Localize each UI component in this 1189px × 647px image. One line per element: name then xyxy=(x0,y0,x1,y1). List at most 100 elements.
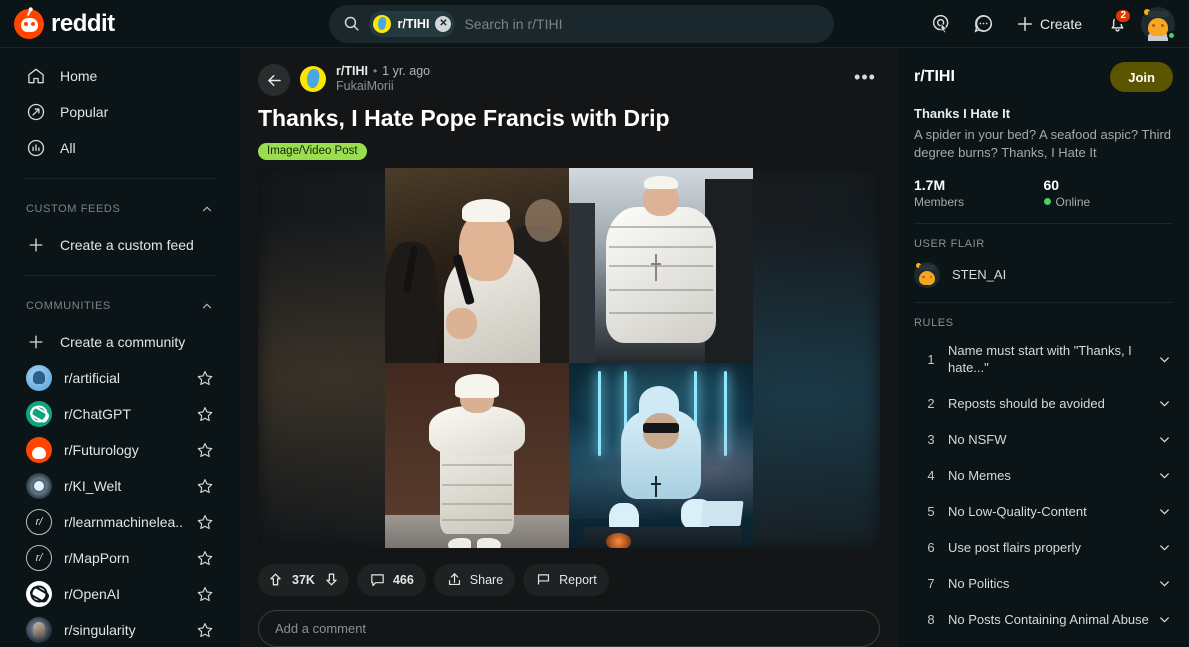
post-subreddit-link[interactable]: r/TIHI xyxy=(336,64,368,78)
chevron-down-icon[interactable] xyxy=(1155,352,1173,367)
rule-number: 2 xyxy=(927,395,935,411)
rule-number: 6 xyxy=(927,539,935,555)
post-more-options-button[interactable]: ••• xyxy=(850,62,880,92)
sidebar-item-home[interactable]: Home xyxy=(12,58,228,94)
chevron-down-icon[interactable] xyxy=(1155,576,1173,591)
app-body: Home Popular All CUSTOM FEEDS Create a c… xyxy=(0,48,1189,647)
comments-button[interactable]: 466 xyxy=(356,563,426,596)
chevron-up-icon[interactable] xyxy=(200,202,214,216)
post-media[interactable] xyxy=(258,167,880,548)
list-item[interactable]: r/ r/learnmachinelea... xyxy=(12,504,228,540)
list-item[interactable]: r/Futurology xyxy=(12,432,228,468)
share-button[interactable]: Share xyxy=(433,563,516,596)
rule-text: No Politics xyxy=(948,575,1010,591)
chat-icon[interactable] xyxy=(966,6,1002,42)
sidebar-item-home-label: Home xyxy=(60,68,98,84)
community-sidebar: r/TIHI Join Thanks I Hate It A spider in… xyxy=(898,48,1189,647)
favorite-star-icon[interactable] xyxy=(196,549,214,567)
notifications-button[interactable]: 2 xyxy=(1099,6,1135,42)
community-name: r/OpenAI xyxy=(64,586,121,602)
chevron-down-icon[interactable] xyxy=(1155,468,1173,483)
rule-item[interactable]: 1 Name must start with "Thanks, I hate..… xyxy=(914,333,1173,385)
community-avatar: r/ xyxy=(26,545,52,571)
post-flair-badge[interactable]: Image/Video Post xyxy=(258,142,367,160)
reddit-logo[interactable]: reddit xyxy=(14,8,240,39)
create-label: Create xyxy=(1039,15,1082,32)
plus-icon xyxy=(26,235,46,255)
list-item[interactable]: r/artificial xyxy=(12,360,228,396)
rule-item[interactable]: 8 No Posts Containing Animal Abuse xyxy=(914,601,1173,637)
rules-list: 1 Name must start with "Thanks, I hate..… xyxy=(914,333,1173,637)
sidebar-item-popular[interactable]: Popular xyxy=(12,94,228,130)
join-button[interactable]: Join xyxy=(1110,62,1173,92)
list-item[interactable]: r/ChatGPT xyxy=(12,396,228,432)
back-button[interactable] xyxy=(258,64,290,96)
favorite-star-icon[interactable] xyxy=(196,513,214,531)
downvote-icon[interactable] xyxy=(323,571,340,588)
list-item[interactable]: r/KI_Welt xyxy=(12,468,228,504)
chip-subreddit-avatar xyxy=(373,14,392,33)
sidebar-item-all[interactable]: All xyxy=(12,130,228,166)
chevron-down-icon[interactable] xyxy=(1155,540,1173,555)
chevron-down-icon[interactable] xyxy=(1155,504,1173,519)
online-dot-icon xyxy=(1043,198,1051,206)
custom-feeds-header[interactable]: CUSTOM FEEDS xyxy=(12,191,228,227)
collage-panel-pope-with-microphone xyxy=(385,167,569,363)
add-comment-input[interactable]: Add a comment xyxy=(258,609,880,647)
favorite-star-icon[interactable] xyxy=(196,477,214,495)
list-item[interactable]: r/ r/MapPorn xyxy=(12,540,228,576)
rule-item[interactable]: 6 Use post flairs properly xyxy=(914,529,1173,565)
rule-item[interactable]: 2 Reposts should be avoided xyxy=(914,385,1173,421)
search-input[interactable]: Search in r/TIHI xyxy=(464,16,562,32)
create-custom-feed-button[interactable]: Create a custom feed xyxy=(12,227,228,263)
collage-panel-pope-walking-in-coat xyxy=(385,362,569,548)
add-comment-placeholder: Add a comment xyxy=(275,620,367,636)
post-author[interactable]: FukaiMorii xyxy=(336,79,840,93)
upvote-icon[interactable] xyxy=(267,571,284,588)
search-bar[interactable]: r/TIHI ✕ Search in r/TIHI xyxy=(329,4,835,43)
rule-item[interactable]: 3 No NSFW xyxy=(914,421,1173,457)
favorite-star-icon[interactable] xyxy=(196,369,214,387)
list-item[interactable]: r/singularity xyxy=(12,612,228,647)
online-indicator xyxy=(1167,30,1176,40)
collage-panel-pope-as-dj xyxy=(569,362,753,548)
favorite-star-icon[interactable] xyxy=(196,621,214,639)
chevron-down-icon[interactable] xyxy=(1155,396,1173,411)
user-flair-name: STEN_AI xyxy=(952,267,1007,283)
chip-remove-icon[interactable]: ✕ xyxy=(435,15,452,32)
favorite-star-icon[interactable] xyxy=(196,441,214,459)
report-label: Report xyxy=(559,572,597,587)
create-button[interactable]: Create xyxy=(1008,6,1093,42)
create-community-button[interactable]: Create a community xyxy=(12,324,228,360)
user-flair-row[interactable]: STEN_AI xyxy=(914,261,1173,288)
community-avatar xyxy=(26,365,52,391)
chevron-up-icon[interactable] xyxy=(200,299,214,313)
report-button[interactable]: Report xyxy=(523,563,609,596)
community-description: A spider in your bed? A seafood aspic? T… xyxy=(914,127,1172,161)
user-flair-avatar xyxy=(914,261,940,288)
rule-item[interactable]: 5 No Low-Quality-Content xyxy=(914,493,1173,529)
chevron-down-icon[interactable] xyxy=(1155,612,1173,627)
rule-item[interactable]: 4 No Memes xyxy=(914,457,1173,493)
rule-number: 5 xyxy=(927,503,935,519)
sidebar-item-popular-label: Popular xyxy=(60,104,109,120)
search-subreddit-chip[interactable]: r/TIHI ✕ xyxy=(369,10,456,37)
advertise-icon[interactable] xyxy=(924,6,960,42)
page-title: Thanks, I Hate Pope Francis with Drip xyxy=(258,105,670,131)
vote-count: 37K xyxy=(292,572,315,587)
members-label: Members xyxy=(914,194,965,209)
rule-text: No Memes xyxy=(948,467,1011,483)
favorite-star-icon[interactable] xyxy=(196,405,214,423)
list-item[interactable]: r/OpenAI xyxy=(12,576,228,612)
vote-control[interactable]: 37K xyxy=(258,563,349,596)
chevron-down-icon[interactable] xyxy=(1155,432,1173,447)
online-label-row: Online xyxy=(1043,195,1174,209)
favorite-star-icon[interactable] xyxy=(196,585,214,603)
communities-header[interactable]: COMMUNITIES xyxy=(12,288,228,324)
rule-item[interactable]: 7 No Politics xyxy=(914,565,1173,601)
subreddit-avatar[interactable] xyxy=(300,66,326,92)
rule-text: Use post flairs properly xyxy=(948,539,1081,555)
community-avatar xyxy=(26,437,52,463)
avatar[interactable] xyxy=(1141,6,1176,41)
rule-text: No NSFW xyxy=(948,431,1007,447)
